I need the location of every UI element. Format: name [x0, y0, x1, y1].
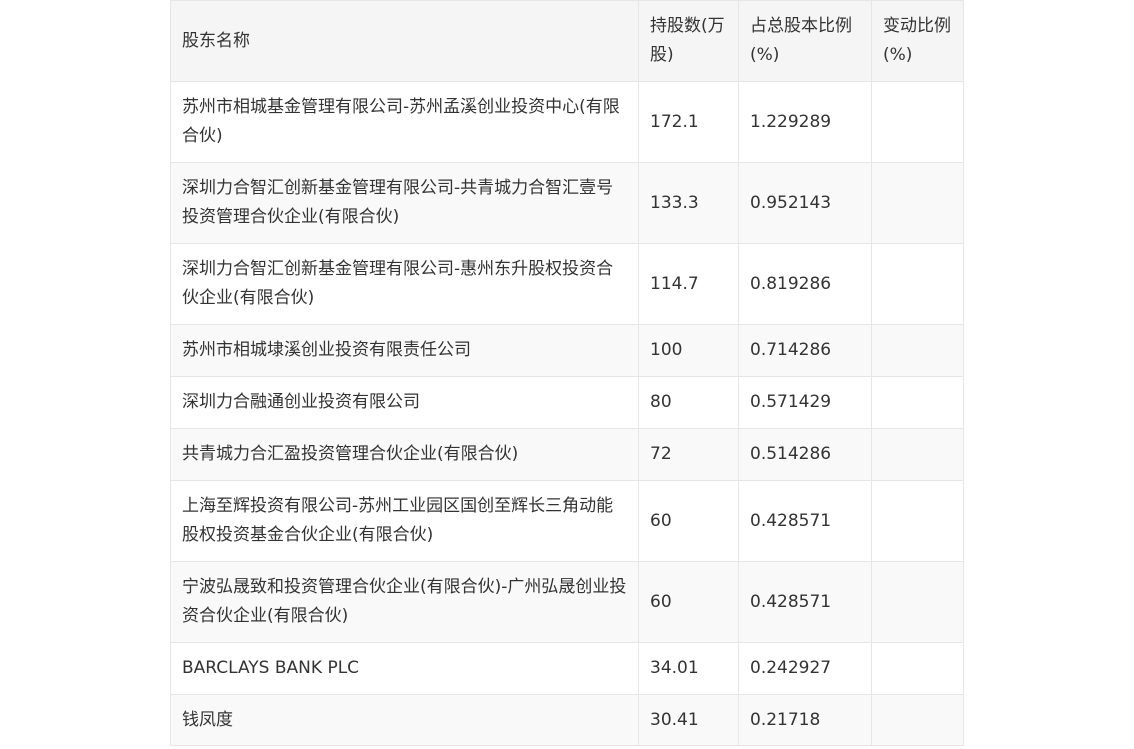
table-row: 深圳力合智汇创新基金管理有限公司-共青城力合智汇壹号投资管理合伙企业(有限合伙)…: [170, 162, 964, 244]
cell-shares-held: 60: [638, 561, 739, 643]
table-row: BARCLAYS BANK PLC 34.01 0.242927: [170, 642, 964, 695]
cell-share-ratio: 0.714286: [738, 324, 872, 377]
cell-share-ratio: 0.952143: [738, 162, 872, 244]
cell-shares-held: 30.41: [638, 694, 739, 746]
cell-shares-held: 60: [638, 480, 739, 562]
table-header: 股东名称 持股数(万股) 占总股本比例(%) 变动比例(%): [170, 0, 964, 82]
cell-change-ratio: [871, 642, 964, 695]
header-share-ratio: 占总股本比例(%): [738, 0, 872, 82]
table-row: 深圳力合智汇创新基金管理有限公司-惠州东升股权投资合伙企业(有限合伙) 114.…: [170, 243, 964, 325]
cell-change-ratio: [871, 480, 964, 562]
cell-change-ratio: [871, 428, 964, 481]
cell-share-ratio: 0.428571: [738, 480, 872, 562]
cell-shares-held: 100: [638, 324, 739, 377]
cell-shareholder-name: 苏州市相城基金管理有限公司-苏州孟溪创业投资中心(有限合伙): [170, 81, 639, 163]
shareholder-table: 股东名称 持股数(万股) 占总股本比例(%) 变动比例(%) 苏州市相城基金管理…: [170, 0, 964, 746]
table-row: 宁波弘晟致和投资管理合伙企业(有限合伙)-广州弘晟创业投资合伙企业(有限合伙) …: [170, 561, 964, 643]
cell-shareholder-name: 上海至辉投资有限公司-苏州工业园区国创至辉长三角动能股权投资基金合伙企业(有限合…: [170, 480, 639, 562]
cell-share-ratio: 0.819286: [738, 243, 872, 325]
cell-change-ratio: [871, 376, 964, 429]
table-row: 共青城力合汇盈投资管理合伙企业(有限合伙) 72 0.514286: [170, 428, 964, 481]
cell-shares-held: 133.3: [638, 162, 739, 244]
cell-shareholder-name: 钱凤度: [170, 694, 639, 746]
cell-shareholder-name: 共青城力合汇盈投资管理合伙企业(有限合伙): [170, 428, 639, 481]
cell-share-ratio: 1.229289: [738, 81, 872, 163]
cell-change-ratio: [871, 324, 964, 377]
cell-shares-held: 72: [638, 428, 739, 481]
table-row: 苏州市相城埭溪创业投资有限责任公司 100 0.714286: [170, 324, 964, 377]
cell-shareholder-name: 深圳力合智汇创新基金管理有限公司-惠州东升股权投资合伙企业(有限合伙): [170, 243, 639, 325]
cell-shareholder-name: 深圳力合融通创业投资有限公司: [170, 376, 639, 429]
cell-shares-held: 80: [638, 376, 739, 429]
cell-shareholder-name: 苏州市相城埭溪创业投资有限责任公司: [170, 324, 639, 377]
cell-change-ratio: [871, 694, 964, 746]
cell-share-ratio: 0.514286: [738, 428, 872, 481]
header-change-ratio: 变动比例(%): [871, 0, 964, 82]
header-shares-held: 持股数(万股): [638, 0, 739, 82]
cell-share-ratio: 0.21718: [738, 694, 872, 746]
table-row: 深圳力合融通创业投资有限公司 80 0.571429: [170, 376, 964, 429]
table-body: 苏州市相城基金管理有限公司-苏州孟溪创业投资中心(有限合伙) 172.1 1.2…: [170, 81, 964, 746]
cell-change-ratio: [871, 561, 964, 643]
cell-shareholder-name: BARCLAYS BANK PLC: [170, 642, 639, 695]
cell-shares-held: 34.01: [638, 642, 739, 695]
header-shareholder-name: 股东名称: [170, 0, 639, 82]
cell-change-ratio: [871, 243, 964, 325]
cell-share-ratio: 0.428571: [738, 561, 872, 643]
shareholder-table-container: 股东名称 持股数(万股) 占总股本比例(%) 变动比例(%) 苏州市相城基金管理…: [170, 0, 964, 746]
table-row: 钱凤度 30.41 0.21718: [170, 694, 964, 746]
cell-shareholder-name: 宁波弘晟致和投资管理合伙企业(有限合伙)-广州弘晟创业投资合伙企业(有限合伙): [170, 561, 639, 643]
cell-shareholder-name: 深圳力合智汇创新基金管理有限公司-共青城力合智汇壹号投资管理合伙企业(有限合伙): [170, 162, 639, 244]
header-row: 股东名称 持股数(万股) 占总股本比例(%) 变动比例(%): [170, 0, 964, 82]
table-row: 上海至辉投资有限公司-苏州工业园区国创至辉长三角动能股权投资基金合伙企业(有限合…: [170, 480, 964, 562]
cell-shares-held: 172.1: [638, 81, 739, 163]
cell-change-ratio: [871, 162, 964, 244]
cell-change-ratio: [871, 81, 964, 163]
cell-share-ratio: 0.242927: [738, 642, 872, 695]
cell-share-ratio: 0.571429: [738, 376, 872, 429]
cell-shares-held: 114.7: [638, 243, 739, 325]
table-row: 苏州市相城基金管理有限公司-苏州孟溪创业投资中心(有限合伙) 172.1 1.2…: [170, 81, 964, 163]
